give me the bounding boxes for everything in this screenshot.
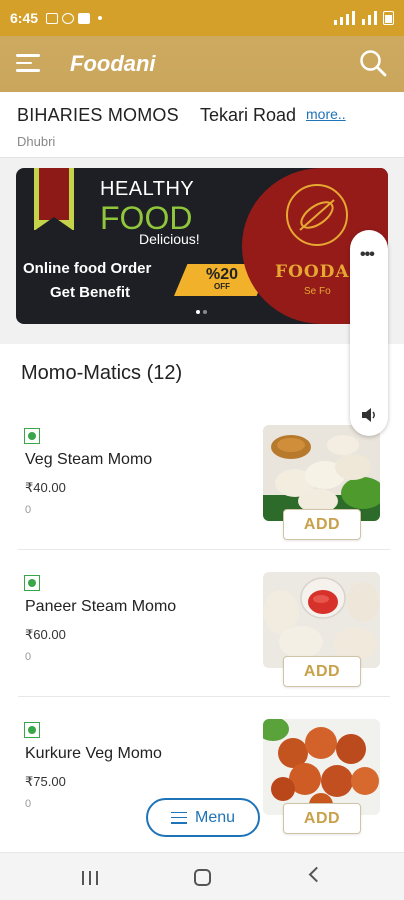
recent-apps-icon[interactable] (82, 871, 98, 885)
item-count: 0 (25, 651, 32, 663)
restaurant-header: BIHARIES MOMOS Tekari Road more.. Dhubri (0, 92, 404, 158)
restaurant-city: Dhubri (17, 134, 56, 149)
dot-icon (98, 16, 103, 20)
gallery-icon (46, 12, 59, 24)
message-icon (62, 12, 75, 24)
signal-bar-icon (352, 11, 355, 25)
offer-value: %20 (205, 266, 239, 283)
battery-icon (383, 11, 394, 25)
ribbon-graphic (34, 168, 74, 231)
divider (18, 549, 390, 550)
signal-bar-icon (346, 14, 349, 25)
home-icon[interactable] (194, 869, 211, 886)
item-image[interactable] (263, 425, 380, 521)
system-icons (334, 11, 394, 25)
veg-icon (24, 428, 40, 444)
carousel-dot[interactable] (196, 310, 200, 314)
banner-delicious: Delicious! (139, 231, 200, 247)
section-title: Momo-Matics (12) (21, 362, 183, 384)
menu-button[interactable]: Menu (146, 798, 260, 837)
volume-icon[interactable] (360, 406, 378, 424)
system-nav-bar (0, 852, 404, 900)
banner-line1: Online food Order (23, 260, 152, 277)
item-name: Veg Steam Momo (25, 451, 153, 468)
restaurant-address: Tekari Road (200, 105, 297, 125)
add-button[interactable]: ADD (283, 509, 361, 540)
menu-lines-icon (170, 811, 187, 824)
item-count: 0 (25, 798, 32, 810)
item-image[interactable] (263, 719, 380, 815)
item-name: Paneer Steam Momo (25, 598, 177, 615)
restaurant-name: BIHARIES MOMOS (17, 105, 179, 125)
item-name: Kurkure Veg Momo (25, 745, 162, 762)
app-bar: Foodani (0, 36, 404, 92)
signal-bar-icon (334, 20, 337, 25)
add-button[interactable]: ADD (283, 803, 361, 834)
banner-healthy: HEALTHY (100, 178, 195, 200)
floating-panel[interactable]: ••• (350, 230, 388, 436)
item-price: ₹75.00 (25, 774, 66, 789)
item-price: ₹40.00 (25, 480, 66, 495)
item-price: ₹60.00 (25, 627, 66, 642)
item-count: 0 (25, 504, 32, 516)
more-link[interactable]: more.. (306, 106, 346, 122)
banner-logo-sub: Se Fo (304, 286, 331, 297)
app-title: Foodani (70, 51, 156, 76)
carousel-dots (196, 310, 207, 314)
signal-bar-icon (368, 15, 371, 25)
back-icon[interactable] (308, 866, 325, 883)
add-button[interactable]: ADD (283, 656, 361, 687)
promo-banner[interactable]: HEALTHY FOOD Delicious! Online food Orde… (16, 168, 388, 324)
menu-item: Paneer Steam Momo ₹60.00 0 ADD (0, 551, 404, 697)
foodani-logo-icon (286, 184, 348, 246)
notification-icons (46, 12, 103, 24)
veg-icon (24, 575, 40, 591)
signal-bar-icon (362, 19, 365, 25)
banner-line2: Get Benefit (50, 284, 131, 301)
banner-logo-text: FOODA (275, 262, 350, 282)
menu-button-label: Menu (194, 808, 236, 826)
status-time: 6:45 (10, 10, 39, 26)
status-bar: 6:45 (0, 0, 404, 36)
youtube-icon (78, 12, 91, 24)
signal-bar-icon (374, 11, 377, 25)
menu-section: Momo-Matics (12) Veg Steam Momo ₹40.00 0… (0, 344, 404, 864)
signal-bar-icon (340, 17, 343, 25)
menu-item: Veg Steam Momo ₹40.00 0 ADD (0, 404, 404, 550)
item-image[interactable] (263, 572, 380, 668)
search-icon[interactable] (358, 48, 388, 78)
carousel-dot[interactable] (203, 310, 207, 314)
divider (18, 696, 390, 697)
veg-icon (24, 722, 40, 738)
more-vert-icon[interactable]: ••• (360, 246, 375, 264)
menu-icon[interactable] (16, 54, 40, 72)
